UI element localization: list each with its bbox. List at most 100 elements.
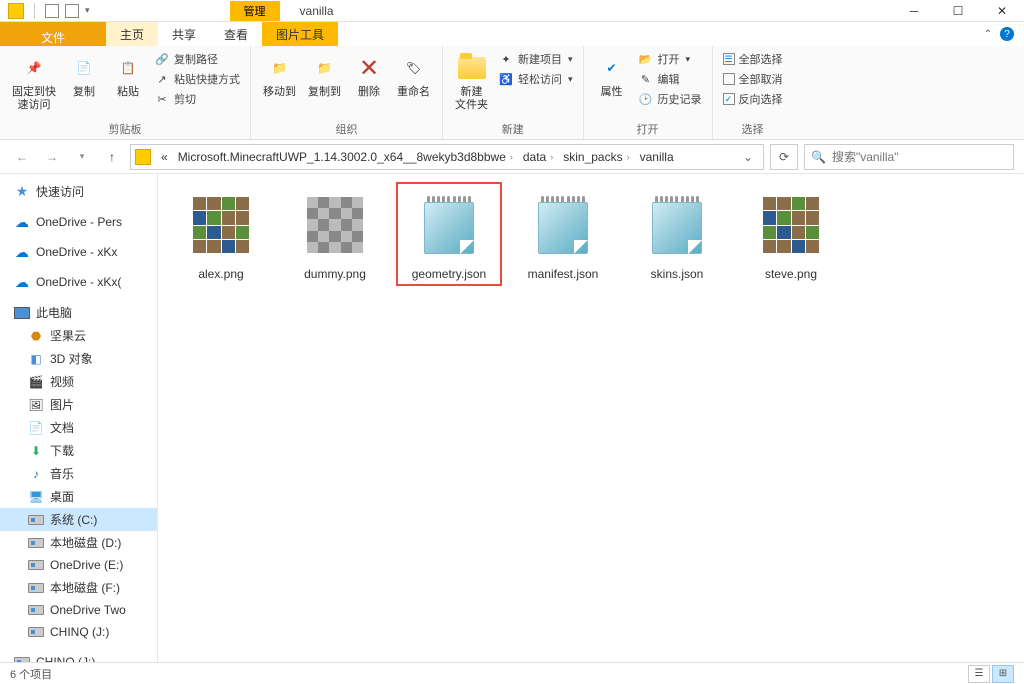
breadcrumb-item[interactable]: skin_packs› (559, 150, 633, 164)
desktop-icon: 🖥 (28, 489, 44, 505)
nav-music[interactable]: ♪音乐 (0, 462, 157, 485)
nav-pane[interactable]: ★快速访问 ☁OneDrive - Pers ☁OneDrive - xKx ☁… (0, 174, 158, 662)
copyto-button[interactable]: 📁复制到 (304, 50, 345, 101)
drive-icon (14, 654, 30, 662)
contextual-tab-manage[interactable]: 管理 (230, 1, 280, 21)
address-dropdown-icon[interactable]: ⌄ (737, 150, 759, 164)
file-item[interactable]: alex.png (168, 182, 274, 286)
qat-properties-icon[interactable] (45, 4, 59, 18)
nav-jianguo[interactable]: ⬣坚果云 (0, 324, 157, 347)
tab-view[interactable]: 查看 (210, 22, 262, 46)
nav-onedrive-e[interactable]: OneDrive (E:) (0, 554, 157, 576)
selectall-icon: ☰ (723, 53, 735, 65)
search-input[interactable] (832, 150, 1007, 164)
file-item[interactable]: manifest.json (510, 182, 616, 286)
breadcrumb-overflow[interactable]: « (157, 150, 172, 164)
nav-chinq-j-root[interactable]: CHINQ (J:) (0, 651, 157, 662)
search-box[interactable]: 🔍 (804, 144, 1014, 170)
file-item[interactable]: steve.png (738, 182, 844, 286)
star-icon: ★ (14, 184, 30, 200)
copy-button[interactable]: 📄 复制 (64, 50, 104, 101)
cloud-icon: ☁ (14, 214, 30, 230)
file-item[interactable]: geometry.json (396, 182, 502, 286)
breadcrumb-item[interactable]: data› (519, 150, 557, 164)
window-title: vanilla (280, 4, 334, 18)
paste-shortcut-button[interactable]: ↗粘贴快捷方式 (152, 70, 242, 88)
pin-quickaccess-button[interactable]: 📌 固定到快 速访问 (8, 50, 60, 114)
nav-onedrive-xkx2[interactable]: ☁OneDrive - xKx( (0, 271, 157, 293)
nav-this-pc[interactable]: 此电脑 (0, 301, 157, 324)
breadcrumb[interactable]: « Microsoft.MinecraftUWP_1.14.3002.0_x64… (130, 144, 764, 170)
breadcrumb-item[interactable]: vanilla (636, 150, 678, 164)
cut-button[interactable]: ✂剪切 (152, 90, 242, 108)
newfolder-button[interactable]: 新建 文件夹 (451, 50, 492, 114)
cut-icon: ✂ (154, 91, 170, 107)
history-button[interactable]: 🕑历史记录 (636, 90, 704, 108)
nav-3d-objects[interactable]: ◧3D 对象 (0, 347, 157, 370)
file-list[interactable]: alex.png dummy.png geometry.json manifest… (158, 174, 1024, 662)
tab-home[interactable]: 主页 (106, 22, 158, 46)
back-button[interactable]: ← (10, 145, 34, 169)
close-button[interactable]: ✕ (980, 0, 1024, 22)
newitem-icon: ✦ (498, 51, 514, 67)
nav-local-f[interactable]: 本地磁盘 (F:) (0, 576, 157, 599)
help-icon[interactable]: ? (1000, 27, 1014, 41)
download-icon: ⬇ (28, 443, 44, 459)
properties-button[interactable]: ✔属性 (592, 50, 632, 101)
invert-selection-button[interactable]: ✓反向选择 (721, 90, 785, 108)
select-all-button[interactable]: ☰全部选择 (721, 50, 785, 68)
rename-button[interactable]: 🏷重命名 (393, 50, 434, 101)
refresh-button[interactable]: ⟳ (770, 144, 798, 170)
icons-view-button[interactable]: ⊞ (992, 665, 1014, 683)
moveto-button[interactable]: 📁移动到 (259, 50, 300, 101)
tab-picture-tools[interactable]: 图片工具 (262, 22, 338, 46)
minimize-button[interactable]: ─ (892, 0, 936, 22)
paste-button[interactable]: 📋 粘贴 (108, 50, 148, 101)
file-label: alex.png (198, 267, 243, 281)
breadcrumb-item[interactable]: Microsoft.MinecraftUWP_1.14.3002.0_x64__… (174, 150, 517, 164)
nav-downloads[interactable]: ⬇下载 (0, 439, 157, 462)
status-item-count: 6 个项目 (10, 666, 52, 682)
notepad-icon (534, 196, 592, 254)
up-button[interactable]: ↑ (100, 145, 124, 169)
delete-button[interactable]: ✕删除 (349, 50, 389, 101)
recent-dropdown[interactable]: ▾ (70, 145, 94, 169)
forward-button[interactable]: → (40, 145, 64, 169)
tab-file[interactable]: 文件 (0, 22, 106, 46)
details-view-button[interactable]: ☰ (968, 665, 990, 683)
nav-system-c[interactable]: 系统 (C:) (0, 508, 157, 531)
file-item[interactable]: skins.json (624, 182, 730, 286)
cloud-icon: ☁ (14, 274, 30, 290)
video-icon: 🎬 (28, 374, 44, 390)
qat-newfolder-icon[interactable] (65, 4, 79, 18)
nav-onedrive-personal[interactable]: ☁OneDrive - Pers (0, 211, 157, 233)
title-bar: ▾ 管理 vanilla ─ ☐ ✕ (0, 0, 1024, 22)
chevron-right-icon[interactable]: › (550, 152, 553, 162)
nav-quick-access[interactable]: ★快速访问 (0, 180, 157, 203)
collapse-ribbon-button[interactable]: ⌃ (984, 29, 992, 40)
nav-onedrive-two[interactable]: OneDrive Two (0, 599, 157, 621)
nav-pictures[interactable]: 🖼图片 (0, 393, 157, 416)
chevron-right-icon[interactable]: › (510, 152, 513, 162)
open-button[interactable]: 📂打开▾ (636, 50, 704, 68)
app-icon (8, 3, 24, 19)
maximize-button[interactable]: ☐ (936, 0, 980, 22)
pc-icon (14, 305, 30, 321)
copypath-button[interactable]: 🔗复制路径 (152, 50, 242, 68)
ribbon: 📌 固定到快 速访问 📄 复制 📋 粘贴 🔗复制路径 ↗粘贴快捷方式 ✂剪切 剪… (0, 46, 1024, 140)
qat-dropdown-icon[interactable]: ▾ (85, 5, 90, 16)
newitem-button[interactable]: ✦新建项目▾ (496, 50, 575, 68)
tab-share[interactable]: 共享 (158, 22, 210, 46)
nav-onedrive-xkx[interactable]: ☁OneDrive - xKx (0, 241, 157, 263)
nav-videos[interactable]: 🎬视频 (0, 370, 157, 393)
nav-desktop[interactable]: 🖥桌面 (0, 485, 157, 508)
file-item[interactable]: dummy.png (282, 182, 388, 286)
nav-chinq-j[interactable]: CHINQ (J:) (0, 621, 157, 643)
nav-local-d[interactable]: 本地磁盘 (D:) (0, 531, 157, 554)
chevron-right-icon[interactable]: › (627, 152, 630, 162)
delete-icon: ✕ (353, 52, 385, 84)
easyaccess-button[interactable]: ♿轻松访问▾ (496, 70, 575, 88)
select-none-button[interactable]: 全部取消 (721, 70, 785, 88)
nav-documents[interactable]: 📄文档 (0, 416, 157, 439)
edit-button[interactable]: ✎编辑 (636, 70, 704, 88)
